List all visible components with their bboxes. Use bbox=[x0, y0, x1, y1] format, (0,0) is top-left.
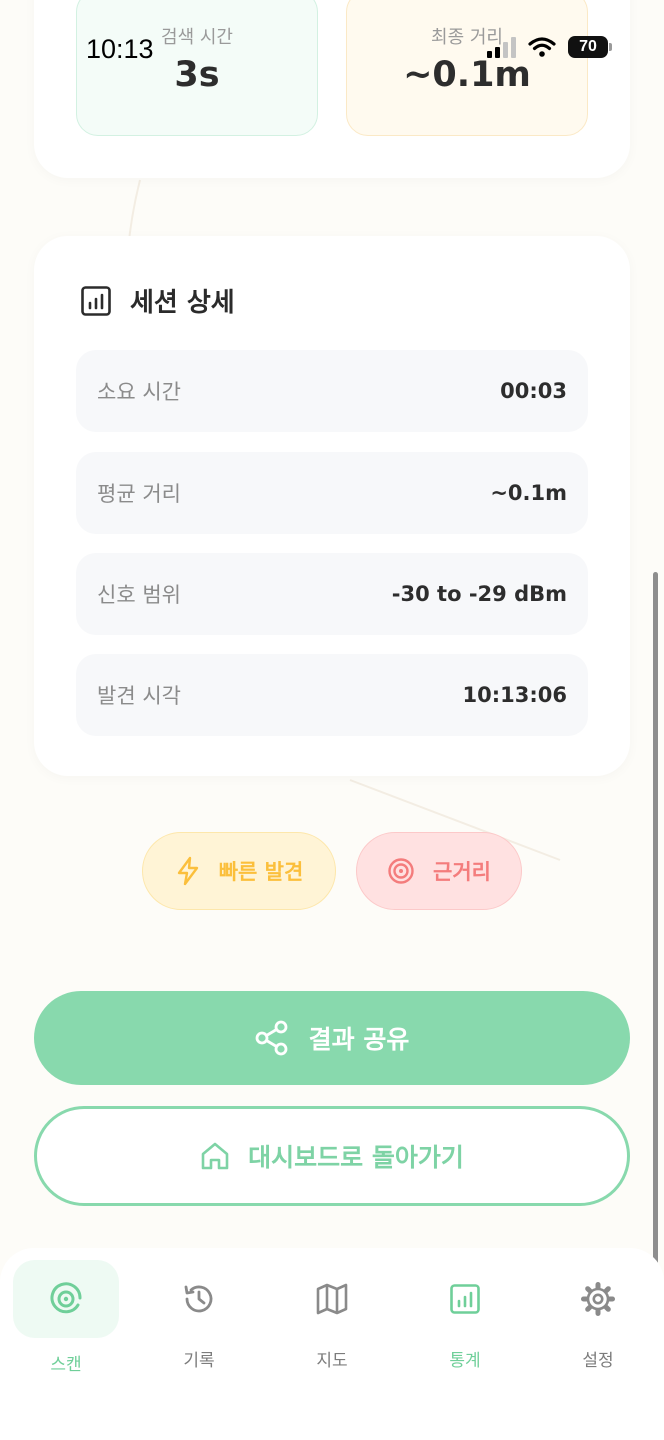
nav-label-map: 지도 bbox=[316, 1351, 348, 1371]
detail-row-duration: 소요 시간 00:03 bbox=[76, 350, 588, 432]
chart-icon bbox=[81, 285, 111, 316]
home-icon bbox=[201, 1142, 229, 1170]
chart-icon bbox=[450, 1284, 480, 1314]
status-bar: 10:13 70 bbox=[0, 0, 664, 100]
row-value: ~0.1m bbox=[490, 481, 567, 505]
row-label: 소요 시간 bbox=[97, 380, 181, 404]
lightning-icon bbox=[177, 856, 198, 886]
nav-label-settings: 설정 bbox=[582, 1351, 614, 1371]
detail-row-signal-range: 신호 범위 -30 to -29 dBm bbox=[76, 553, 588, 635]
nav-item-scan[interactable]: 스캔 bbox=[13, 1248, 119, 1375]
share-result-label: 결과 공유 bbox=[308, 1025, 410, 1054]
session-detail-title: 세션 상세 bbox=[130, 288, 235, 318]
status-icons: 70 bbox=[487, 36, 612, 58]
nav-item-history[interactable]: 기록 bbox=[146, 1248, 252, 1371]
scrollbar[interactable] bbox=[653, 572, 658, 1284]
battery-level: 70 bbox=[568, 36, 608, 58]
row-label: 평균 거리 bbox=[97, 482, 181, 506]
session-detail-header: 세션 상세 bbox=[80, 282, 235, 319]
map-icon bbox=[316, 1283, 348, 1315]
wifi-icon bbox=[528, 37, 556, 57]
status-time: 10:13 bbox=[86, 34, 154, 64]
row-label: 발견 시각 bbox=[97, 684, 181, 708]
near-distance-label: 근거리 bbox=[433, 860, 491, 884]
nav-label-history: 기록 bbox=[183, 1351, 215, 1371]
gear-icon bbox=[581, 1282, 615, 1316]
battery-icon: 70 bbox=[568, 36, 612, 58]
near-distance-badge: 근거리 bbox=[356, 832, 522, 910]
nav-item-settings[interactable]: 설정 bbox=[545, 1248, 651, 1371]
back-to-dashboard-label: 대시보드로 돌아가기 bbox=[248, 1143, 464, 1172]
bottom-navigation: 스캔 기록 지도 통계 설정 bbox=[0, 1248, 664, 1440]
fast-discovery-label: 빠른 발견 bbox=[218, 860, 304, 884]
detail-row-avg-distance: 평균 거리 ~0.1m bbox=[76, 452, 588, 534]
share-icon bbox=[255, 1020, 288, 1056]
row-value: 10:13:06 bbox=[462, 683, 567, 707]
row-value: -30 to -29 dBm bbox=[391, 582, 567, 606]
nav-label-stats: 통계 bbox=[449, 1351, 481, 1371]
row-value: 00:03 bbox=[500, 379, 567, 403]
share-result-button[interactable]: 결과 공유 bbox=[34, 991, 630, 1085]
detail-row-found-time: 발견 시각 10:13:06 bbox=[76, 654, 588, 736]
radar-icon bbox=[50, 1282, 82, 1314]
target-icon bbox=[388, 858, 414, 884]
nav-item-stats[interactable]: 통계 bbox=[412, 1248, 518, 1371]
nav-item-map[interactable]: 지도 bbox=[279, 1248, 385, 1371]
cellular-signal-icon bbox=[487, 36, 516, 58]
session-detail-card: 세션 상세 소요 시간 00:03 평균 거리 ~0.1m 신호 범위 -30 … bbox=[34, 236, 630, 776]
fast-discovery-badge: 빠른 발견 bbox=[142, 832, 336, 910]
nav-label-scan: 스캔 bbox=[50, 1355, 82, 1375]
back-to-dashboard-button[interactable]: 대시보드로 돌아가기 bbox=[34, 1106, 630, 1206]
history-icon bbox=[184, 1285, 213, 1313]
row-label: 신호 범위 bbox=[97, 583, 181, 607]
